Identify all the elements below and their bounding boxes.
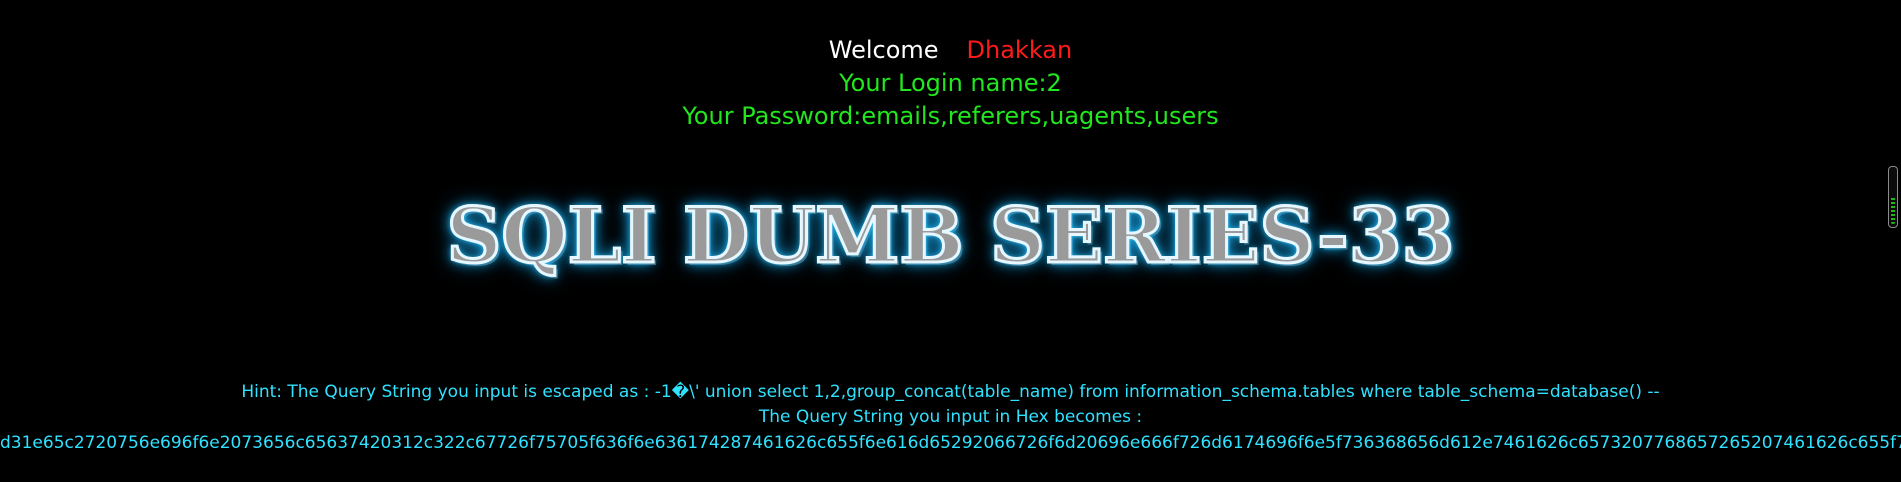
scrollbar-thumb[interactable] [1891, 196, 1895, 224]
hint-hex-label: The Query String you input in Hex become… [758, 407, 1143, 427]
series-banner-title: SQLI DUMB SERIES-33 [0, 188, 1901, 284]
welcome-label: Welcome [828, 36, 939, 64]
login-name-text: Your Login name:2 [839, 69, 1062, 97]
hint-escaped-query: Hint: The Query String you input is esca… [241, 382, 1660, 402]
vertical-scrollbar[interactable] [1888, 166, 1898, 228]
hint-hex-value: d31e65c2720756e696f6e2073656c65637420312… [0, 433, 1901, 453]
username-text: Dhakkan [966, 36, 1073, 64]
welcome-line: Welcome Dhakkan [0, 36, 1901, 64]
password-text: Your Password:emails,referers,uagents,us… [682, 102, 1219, 130]
